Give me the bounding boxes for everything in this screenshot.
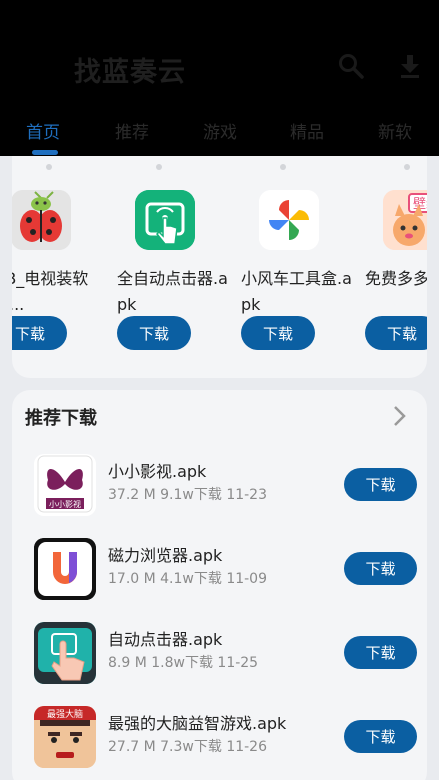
download-button[interactable]: 下载 [344, 552, 417, 585]
app-screen: 找蓝奏云 首页 推荐 游戏 精品 新软 _电视装软 .. 下载 全自动点击器.a… [0, 0, 439, 780]
download-button[interactable]: 下载 [344, 720, 417, 753]
featured-app-name: 小风车工具盒.apk [241, 269, 352, 314]
item-name: 磁力浏览器.apk [108, 546, 223, 565]
section-title: 推荐下载 [25, 408, 97, 429]
auto-clicker-icon [34, 622, 96, 684]
download-button[interactable]: 下载 [12, 316, 67, 350]
tab-premium[interactable]: 精品 [290, 118, 324, 143]
item-meta: 17.0 M 4.1w下载 11-09 [108, 571, 267, 587]
item-name: 最强的大脑益智游戏.apk [108, 714, 287, 733]
featured-apps-card: DB_电视装软件... 下载 全自动点击器.apk 下载 [12, 156, 427, 378]
item-name: 小小影视.apk [108, 462, 207, 481]
divider-dot [46, 164, 52, 170]
ladybug-android-icon [12, 190, 71, 250]
brain-game-icon: 最强大脑 [34, 706, 96, 768]
tab-games[interactable]: 游戏 [203, 118, 237, 143]
download-icon[interactable] [396, 52, 424, 80]
featured-app-name: DB_电视装软件... [12, 269, 89, 314]
tab-recommend[interactable]: 推荐 [115, 118, 149, 143]
list-item[interactable]: 磁力浏览器.apk 17.0 M 4.1w下载 11-09 下载 [12, 538, 427, 618]
tab-new-software[interactable]: 新软 [378, 118, 412, 143]
app-title: 找蓝奏云 [74, 57, 186, 88]
svg-text:最强大脑: 最强大脑 [47, 708, 83, 720]
u-browser-icon [34, 538, 96, 600]
download-button[interactable]: 下载 [344, 468, 417, 501]
tab-indicator [32, 150, 58, 155]
divider-dot [280, 164, 286, 170]
featured-app-name: 免费多多纸.apk [365, 269, 427, 288]
featured-app-name: 全自动点击器.apk [117, 269, 228, 314]
butterfly-video-icon: 小小影视 [34, 454, 96, 516]
recommend-section: 推荐下载 小小影视 小小影视.apk 37.2 M 9.1w下载 11-23 下… [12, 390, 427, 780]
tab-bar: 首页 推荐 游戏 精品 新软 [0, 118, 439, 156]
cartoon-wallpaper-icon: 壁纸 [383, 190, 427, 250]
download-button[interactable]: 下载 [241, 316, 315, 350]
tap-hand-icon [135, 190, 195, 250]
top-header: 找蓝奏云 首页 推荐 游戏 精品 新软 [0, 0, 439, 156]
download-button[interactable]: 下载 [344, 636, 417, 669]
pinwheel-icon [259, 190, 319, 250]
tab-home[interactable]: 首页 [26, 118, 60, 143]
download-button[interactable]: 下载 [365, 316, 427, 350]
list-item[interactable]: 自动点击器.apk 8.9 M 1.8w下载 11-25 下载 [12, 622, 427, 702]
divider-dot [156, 164, 162, 170]
item-meta: 37.2 M 9.1w下载 11-23 [108, 487, 267, 503]
list-item[interactable]: 小小影视 小小影视.apk 37.2 M 9.1w下载 11-23 下载 [12, 454, 427, 534]
download-button[interactable]: 下载 [117, 316, 191, 350]
list-item[interactable]: 最强大脑 最强的大脑益智游戏.apk 27.7 M 7.3w下载 11-26 下… [12, 706, 427, 780]
item-name: 自动点击器.apk [108, 630, 223, 649]
item-meta: 27.7 M 7.3w下载 11-26 [108, 739, 267, 755]
divider-dot [404, 164, 410, 170]
search-icon[interactable] [337, 52, 365, 80]
svg-text:小小影视: 小小影视 [49, 499, 81, 509]
item-meta: 8.9 M 1.8w下载 11-25 [108, 655, 259, 671]
chevron-right-icon[interactable] [390, 404, 410, 428]
